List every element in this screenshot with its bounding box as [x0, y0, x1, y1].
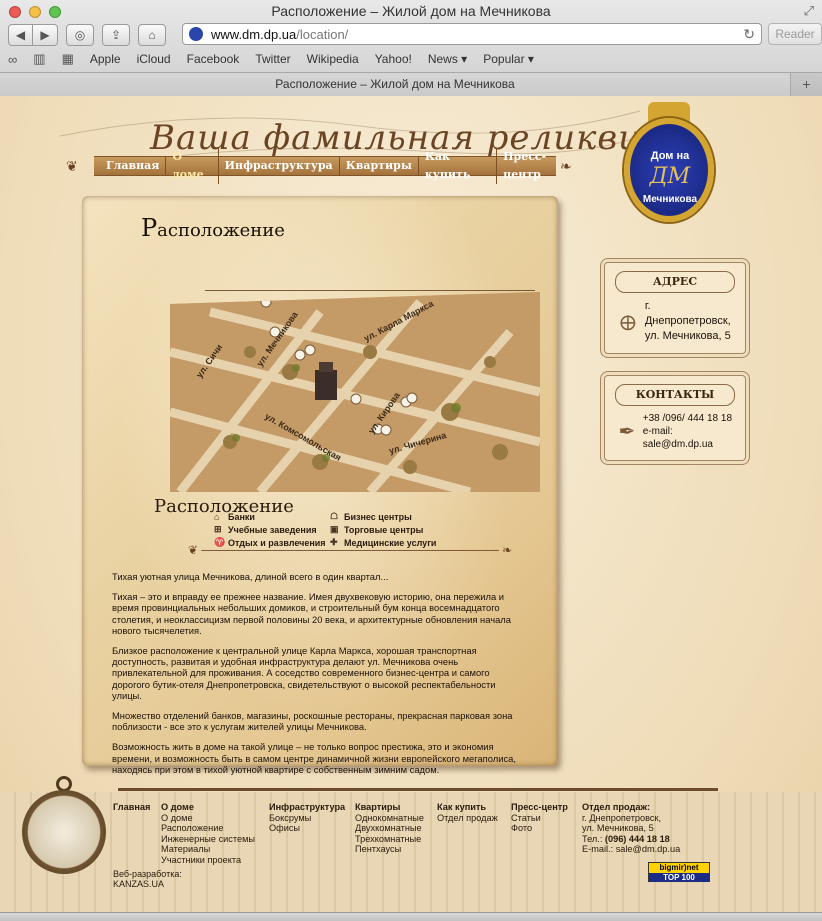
footer-link-home[interactable]: Главная: [113, 802, 161, 813]
menu-item-about[interactable]: О доме: [166, 148, 219, 184]
footer-head-infrastructure[interactable]: Инфраструктура: [269, 802, 355, 813]
map-image[interactable]: [170, 292, 540, 492]
reader-button[interactable]: Reader: [768, 23, 822, 45]
bookmark-facebook[interactable]: Facebook: [187, 52, 240, 66]
menu-ornament-right-icon: ❧: [560, 158, 572, 174]
bigmir-counter-badge[interactable]: bigmir)net TOP 100: [648, 862, 710, 882]
url-host: www.dm.dp.ua: [211, 26, 297, 42]
home-icon: ⌂: [148, 28, 156, 42]
footer-head-press[interactable]: Пресс-центр: [511, 802, 581, 813]
reload-icon[interactable]: ↻: [743, 26, 755, 43]
bookmark-wikipedia[interactable]: Wikipedia: [307, 52, 359, 66]
footer-sales-info: Отдел продаж: г. Днепропетровск, ул. Меч…: [582, 802, 681, 855]
footer-link[interactable]: Трехкомнатные: [355, 834, 437, 845]
site-favicon-icon: [189, 27, 203, 41]
top-sites-button[interactable]: ◎: [66, 24, 94, 46]
home-button[interactable]: ⌂: [138, 24, 166, 46]
house-emblem-logo[interactable]: Дом на ДМ Мечникова: [610, 102, 730, 230]
footer-link[interactable]: Фото: [511, 823, 581, 834]
footer-link[interactable]: Однокомнатные: [355, 813, 437, 824]
forward-button[interactable]: ▶: [33, 24, 58, 46]
menu-item-infrastructure[interactable]: Инфраструктура: [219, 157, 340, 175]
bookmarks-book-icon[interactable]: ▥: [33, 51, 45, 67]
share-button[interactable]: ⇪: [102, 24, 130, 46]
bookmark-popular[interactable]: Popular ▾: [483, 52, 534, 66]
footer: Главная О доме О доме Расположение Инжен…: [0, 776, 822, 912]
menu-item-apartments[interactable]: Квартиры: [340, 157, 419, 175]
location-map: ул. Карла Маркса ул. Сичи ул. Мечникова …: [150, 286, 550, 496]
address-title: АДРЕС: [615, 271, 735, 293]
school-icon: ⊞: [214, 524, 222, 534]
footer-head-about[interactable]: О доме: [161, 802, 269, 813]
footer-link[interactable]: Отдел продаж: [437, 813, 511, 824]
browser-chrome: Расположение – Жилой дом на Мечникова ⤢ …: [0, 0, 822, 96]
bank-icon: ⌂: [214, 511, 220, 522]
quill-inkpot-icon: ✒: [618, 421, 636, 443]
status-bar: [0, 912, 822, 921]
bookmark-news[interactable]: News ▾: [428, 52, 467, 66]
bookmark-twitter[interactable]: Twitter: [255, 52, 290, 66]
developer-link[interactable]: KANZAS.UA: [113, 879, 182, 889]
reading-list-icon[interactable]: ∞: [8, 52, 17, 67]
paragraph: Тихая уютная улица Мечникова, длиной все…: [112, 571, 389, 582]
footer-link[interactable]: Статьи: [511, 813, 581, 824]
url-path: /location/: [296, 26, 349, 42]
contacts-title: КОНТАКТЫ: [615, 384, 735, 406]
globe-icon: 🜨: [619, 313, 637, 335]
footer-link[interactable]: Материалы: [161, 844, 269, 855]
legend-ornament-icon: ❦ ─────────────────────────────────── ❧: [187, 543, 513, 557]
menu-item-how-to-buy[interactable]: Как купить: [419, 148, 498, 184]
footer-link[interactable]: Пентхаусы: [355, 844, 437, 855]
toolbar: ◀ ▶ ◎ ⇪ ⌂ www.dm.dp.ua/location/ ↻ Reade…: [8, 23, 822, 47]
site-logo-text[interactable]: Ваша фамильная реликвия: [150, 118, 665, 158]
menu-item-home[interactable]: Главная: [100, 157, 167, 175]
address-bar[interactable]: www.dm.dp.ua/location/ ↻: [182, 23, 762, 45]
menu-ornament-left-icon: ❦: [66, 158, 78, 174]
footer-link[interactable]: Офисы: [269, 823, 355, 834]
footer-nav: Главная О доме О доме Расположение Инжен…: [113, 802, 581, 865]
top-sites-grid-icon[interactable]: ▦: [62, 51, 74, 67]
back-button[interactable]: ◀: [8, 24, 33, 46]
footer-head-apartments[interactable]: Квартиры: [355, 802, 437, 813]
footer-link[interactable]: Боксрумы: [269, 813, 355, 824]
back-icon: ◀: [15, 28, 26, 42]
contact-phone: +38 /096/ 444 18 18: [642, 413, 733, 424]
main-menu: ❦ Главная О доме Инфраструктура Квартиры…: [66, 148, 580, 184]
footer-link[interactable]: Участники проекта: [161, 855, 269, 866]
contacts-card: КОНТАКТЫ ✒ +38 /096/ 444 18 18 e-mail: s…: [604, 375, 746, 461]
back-forward: ◀ ▶: [8, 24, 58, 46]
bookmark-apple[interactable]: Apple: [90, 52, 121, 66]
footer-link[interactable]: Двухкомнатные: [355, 823, 437, 834]
new-tab-icon[interactable]: +: [790, 73, 822, 96]
contact-email[interactable]: e-mail: sale@dm.dp.ua: [643, 425, 739, 451]
paragraph: Близкое расположение к центральной улице…: [112, 645, 496, 701]
window-title: Расположение – Жилой дом на Мечникова: [271, 3, 551, 19]
footer-email[interactable]: E-mail.: sale@dm.dp.ua: [582, 844, 680, 855]
tab-bar: Расположение – Жилой дом на Мечникова +: [0, 72, 822, 96]
paragraph: Тихая – это и вправду ее прежнее названи…: [112, 591, 511, 636]
paragraph: Возможность жить в доме на такой улице –…: [112, 741, 516, 775]
footer-link[interactable]: О доме: [161, 813, 269, 824]
bookmark-yahoo[interactable]: Yahoo!: [375, 52, 412, 66]
footer-head-how-to-buy[interactable]: Как купить: [437, 802, 511, 813]
forward-icon: ▶: [40, 28, 50, 42]
tab-active[interactable]: Расположение – Жилой дом на Мечникова: [0, 73, 790, 96]
fullscreen-icon[interactable]: ⤢: [804, 3, 814, 19]
paragraph: Множество отделений банков, магазины, ро…: [112, 710, 513, 733]
address-card: АДРЕС 🜨 г. Днепропетровск, ул. Мечникова…: [604, 262, 746, 354]
browser-window: Расположение – Жилой дом на Мечникова ⤢ …: [0, 0, 822, 921]
bookmark-icloud[interactable]: iCloud: [137, 52, 171, 66]
page-title: Расположение: [141, 214, 285, 242]
share-icon: ⇪: [110, 28, 122, 42]
pocket-watch-icon: [22, 776, 106, 874]
bookmarks-bar: ∞ ▥ ▦ Apple iCloud Facebook Twitter Wiki…: [8, 50, 814, 68]
top-sites-icon: ◎: [74, 28, 86, 42]
shopping-center-icon: ▣: [330, 524, 339, 534]
web-page: Ваша фамильная реликвия ❦ Главная О доме…: [0, 96, 822, 912]
article-text: Тихая уютная улица Мечникова, длиной все…: [112, 571, 526, 784]
developer-credit: Веб-разработка: KANZAS.UA: [113, 869, 182, 889]
footer-link[interactable]: Расположение: [161, 823, 269, 834]
business-center-icon: ☖: [330, 511, 339, 521]
footer-link[interactable]: Инженерные системы: [161, 834, 269, 845]
